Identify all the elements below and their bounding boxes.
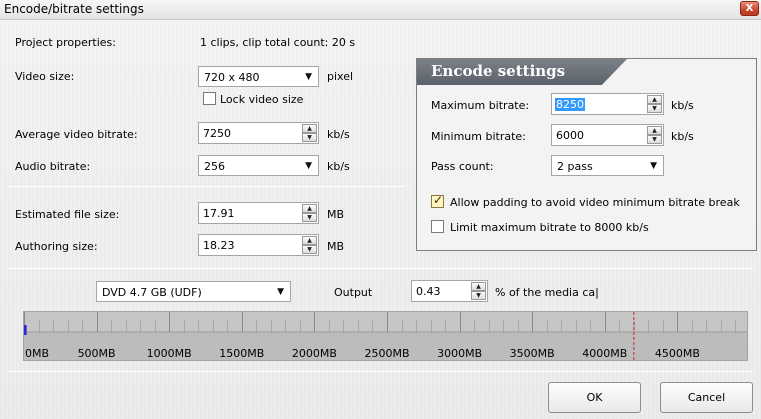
spin-down-icon[interactable]: ▼ bbox=[302, 213, 317, 222]
project-properties-value: 1 clips, clip total count: 20 s bbox=[200, 36, 356, 49]
output-value: 0.43 bbox=[416, 285, 441, 298]
audio-bitrate-unit: kb/s bbox=[327, 160, 350, 173]
ok-button-label: OK bbox=[586, 391, 603, 404]
cancel-button[interactable]: Cancel bbox=[660, 382, 753, 413]
authoring-size-input[interactable]: 18.23 ▲ ▼ bbox=[198, 234, 319, 256]
gauge-label: 2500MB bbox=[364, 347, 409, 360]
gauge-track bbox=[24, 312, 747, 332]
pass-count-value: 2 pass bbox=[557, 160, 593, 173]
project-properties-label: Project properties: bbox=[15, 36, 116, 49]
gauge-label: 4500MB bbox=[655, 347, 700, 360]
media-select[interactable]: DVD 4.7 GB (UDF) ▼ bbox=[96, 281, 291, 302]
gauge-label: 4000MB bbox=[582, 347, 627, 360]
chevron-down-icon: ▼ bbox=[305, 72, 312, 82]
max-bitrate-unit: kb/s bbox=[671, 99, 694, 112]
avg-bitrate-spinner[interactable]: ▲ ▼ bbox=[302, 124, 317, 142]
section-divider bbox=[8, 268, 753, 269]
video-size-value: 720 x 480 bbox=[204, 71, 260, 84]
encode-bitrate-dialog: Encode/bitrate settings X Project proper… bbox=[0, 0, 761, 419]
audio-bitrate-label: Audio bitrate: bbox=[15, 160, 91, 173]
spin-up-icon[interactable]: ▲ bbox=[302, 204, 317, 213]
spin-down-icon[interactable]: ▼ bbox=[302, 245, 317, 254]
min-bitrate-spinner[interactable]: ▲ ▼ bbox=[647, 126, 662, 144]
authoring-size-value: 18.23 bbox=[203, 239, 235, 252]
ok-button[interactable]: OK bbox=[548, 382, 641, 413]
spin-down-icon[interactable]: ▼ bbox=[647, 104, 662, 113]
avg-bitrate-unit: kb/s bbox=[327, 128, 350, 141]
cancel-button-label: Cancel bbox=[687, 391, 726, 404]
spin-down-icon[interactable]: ▼ bbox=[302, 133, 317, 142]
window-title: Encode/bitrate settings bbox=[4, 2, 144, 16]
gauge-label: 3000MB bbox=[437, 347, 482, 360]
lock-video-size-label: Lock video size bbox=[220, 93, 304, 106]
est-file-size-unit: MB bbox=[327, 208, 345, 221]
lock-video-size-checkbox[interactable] bbox=[203, 92, 216, 105]
output-suffix: % of the media ca| bbox=[495, 286, 599, 299]
avg-bitrate-label: Average video bitrate: bbox=[15, 128, 138, 141]
avg-bitrate-value: 7250 bbox=[203, 127, 231, 140]
capacity-gauge: 0MB 500MB 1000MB 1500MB 2000MB 2500MB 3000MB 35… bbox=[23, 311, 748, 361]
spin-up-icon[interactable]: ▲ bbox=[647, 126, 662, 135]
gauge-used-fill bbox=[24, 325, 27, 335]
encode-settings-group: Encode settings Maximum bitrate: 8250 ▲ … bbox=[416, 58, 757, 251]
authoring-size-label: Authoring size: bbox=[15, 240, 98, 253]
gauge-label: 1000MB bbox=[147, 347, 192, 360]
spin-up-icon[interactable]: ▲ bbox=[647, 95, 662, 104]
est-file-size-input[interactable]: 17.91 ▲ ▼ bbox=[198, 202, 319, 224]
chevron-down-icon: ▼ bbox=[277, 287, 284, 297]
est-file-size-value: 17.91 bbox=[203, 207, 235, 220]
close-button[interactable]: X bbox=[740, 1, 759, 16]
section-divider bbox=[8, 186, 405, 187]
spin-up-icon[interactable]: ▲ bbox=[302, 236, 317, 245]
title-bar[interactable]: Encode/bitrate settings X bbox=[0, 0, 761, 20]
gauge-label: 2000MB bbox=[292, 347, 337, 360]
pass-count-label: Pass count: bbox=[431, 160, 494, 173]
video-size-select[interactable]: 720 x 480 ▼ bbox=[198, 66, 319, 87]
min-bitrate-unit: kb/s bbox=[671, 130, 694, 143]
est-file-size-spinner[interactable]: ▲ ▼ bbox=[302, 204, 317, 222]
output-label: Output bbox=[334, 286, 373, 299]
min-bitrate-input[interactable]: 6000 ▲ ▼ bbox=[551, 124, 664, 146]
gauge-label: 1500MB bbox=[219, 347, 264, 360]
output-input[interactable]: 0.43 ▲ ▼ bbox=[411, 280, 488, 302]
media-value: DVD 4.7 GB (UDF) bbox=[102, 286, 202, 299]
encode-settings-title: Encode settings bbox=[431, 62, 566, 80]
authoring-size-unit: MB bbox=[327, 240, 345, 253]
limit-max-label: Limit maximum bitrate to 8000 kb/s bbox=[450, 221, 649, 234]
spin-up-icon[interactable]: ▲ bbox=[302, 124, 317, 133]
est-file-size-label: Estimated file size: bbox=[15, 208, 120, 221]
section-divider bbox=[8, 371, 753, 372]
capacity-gauge-svg: 0MB 500MB 1000MB 1500MB 2000MB 2500MB 3000MB 35… bbox=[24, 312, 747, 360]
max-bitrate-input[interactable]: 8250 ▲ ▼ bbox=[551, 93, 664, 115]
audio-bitrate-select[interactable]: 256 ▼ bbox=[198, 155, 319, 176]
authoring-size-spinner[interactable]: ▲ ▼ bbox=[302, 236, 317, 254]
pass-count-select[interactable]: 2 pass ▼ bbox=[551, 155, 664, 176]
video-size-label: Video size: bbox=[15, 70, 75, 83]
gauge-label: 3500MB bbox=[510, 347, 555, 360]
close-icon: X bbox=[745, 3, 754, 14]
max-bitrate-spinner[interactable]: ▲ ▼ bbox=[647, 95, 662, 113]
gauge-label: 0MB bbox=[25, 347, 49, 360]
allow-padding-label: Allow padding to avoid video minimum bit… bbox=[450, 196, 740, 209]
gauge-label: 500MB bbox=[78, 347, 116, 360]
audio-bitrate-value: 256 bbox=[204, 160, 225, 173]
allow-padding-checkbox[interactable] bbox=[431, 193, 444, 208]
chevron-down-icon: ▼ bbox=[305, 161, 312, 171]
min-bitrate-label: Minimum bitrate: bbox=[431, 130, 526, 143]
spin-down-icon[interactable]: ▼ bbox=[647, 135, 662, 144]
avg-bitrate-input[interactable]: 7250 ▲ ▼ bbox=[198, 122, 319, 144]
max-bitrate-value: 8250 bbox=[555, 98, 585, 111]
output-spinner[interactable]: ▲ ▼ bbox=[471, 282, 486, 300]
max-bitrate-label: Maximum bitrate: bbox=[431, 99, 530, 112]
spin-up-icon[interactable]: ▲ bbox=[471, 282, 486, 291]
chevron-down-icon: ▼ bbox=[650, 161, 657, 171]
limit-max-checkbox[interactable] bbox=[431, 220, 444, 233]
spin-down-icon[interactable]: ▼ bbox=[471, 291, 486, 300]
video-size-unit: pixel bbox=[327, 70, 354, 83]
min-bitrate-value: 6000 bbox=[556, 129, 584, 142]
